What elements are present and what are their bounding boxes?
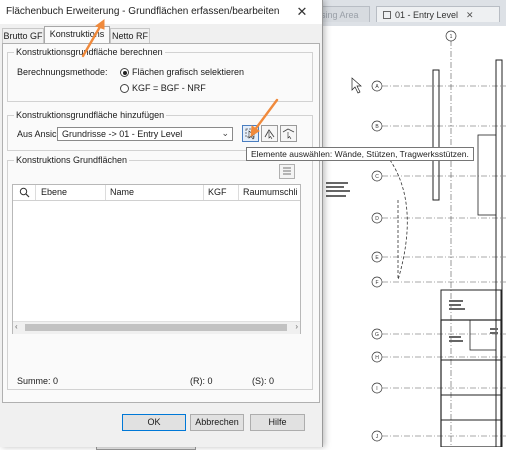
- annotation-arrows: [81, 19, 279, 137]
- arrow-to-tab: [81, 23, 103, 58]
- arrow-to-tool: [252, 98, 279, 133]
- arrow-to-tab-head: [94, 19, 105, 30]
